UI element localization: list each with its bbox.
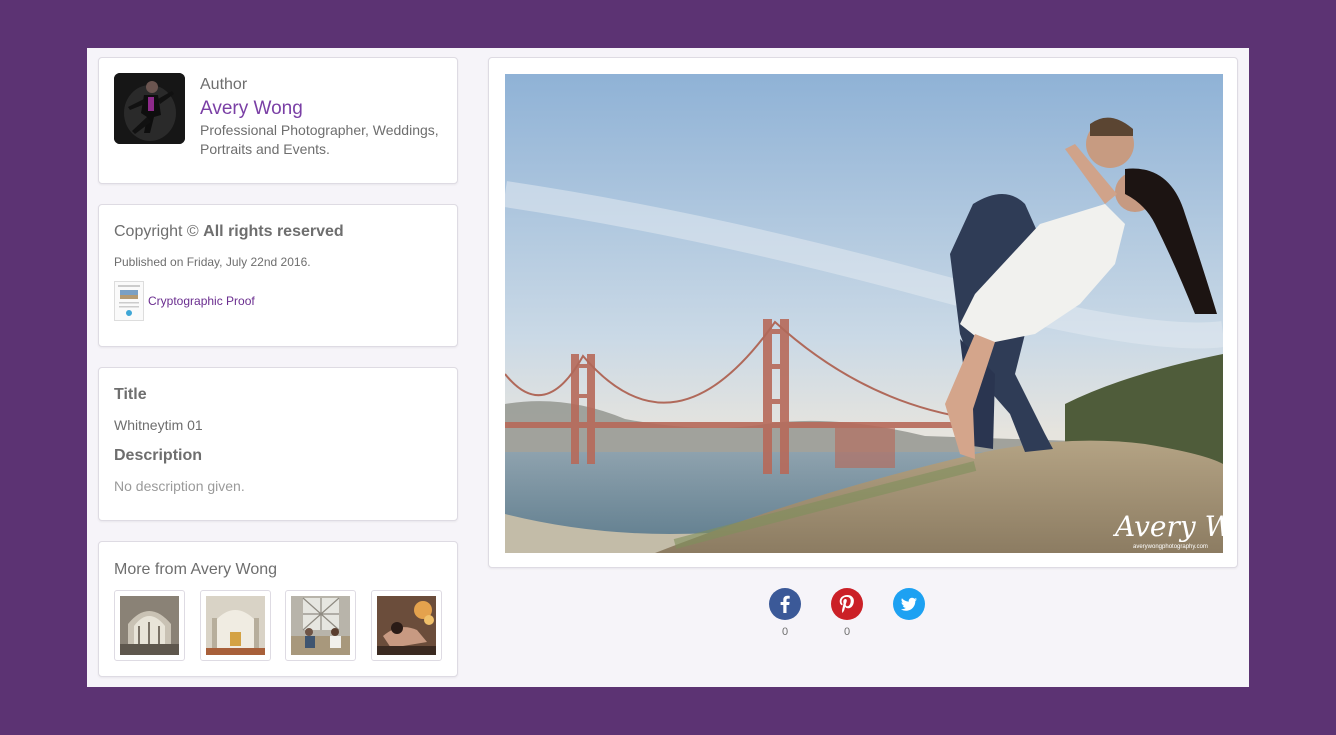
description-heading: Description bbox=[114, 447, 203, 464]
published-date: Published on Friday, July 22nd 2016. bbox=[114, 255, 311, 269]
copyright-card: Copyright © All rights reserved Publishe… bbox=[98, 204, 458, 347]
author-avatar[interactable] bbox=[114, 73, 185, 144]
thumbnail-4[interactable] bbox=[371, 590, 442, 661]
facebook-share-button[interactable] bbox=[769, 588, 801, 620]
cryptographic-proof-link[interactable]: Cryptographic Proof bbox=[148, 294, 255, 308]
author-card: Author Avery Wong Professional Photograp… bbox=[98, 57, 458, 184]
watermark-signature: Avery Wong bbox=[1112, 510, 1223, 543]
main-image-card: Avery Wong averywongphotography.com bbox=[488, 57, 1238, 568]
more-from-heading: More from Avery Wong bbox=[114, 561, 278, 578]
details-card: Title Whitneytim 01 Description No descr… bbox=[98, 367, 458, 521]
description-value: No description given. bbox=[114, 478, 245, 494]
thumbnail-3[interactable] bbox=[285, 590, 356, 661]
thumbnail-2[interactable] bbox=[200, 590, 271, 661]
copyright-line: Copyright © All rights reserved bbox=[114, 223, 344, 241]
pinterest-icon bbox=[831, 588, 863, 620]
proof-document-icon[interactable] bbox=[114, 281, 144, 321]
facebook-icon bbox=[769, 588, 801, 620]
more-from-card: More from Avery Wong bbox=[98, 541, 458, 677]
main-photo[interactable]: Avery Wong averywongphotography.com bbox=[505, 74, 1223, 553]
author-label: Author bbox=[200, 76, 248, 93]
pinterest-share-button[interactable] bbox=[831, 588, 863, 620]
twitter-share-button[interactable] bbox=[893, 588, 925, 620]
watermark-url: averywongphotography.com bbox=[1133, 544, 1208, 550]
thumbnail-1[interactable] bbox=[114, 590, 185, 661]
author-name-link[interactable]: Avery Wong bbox=[200, 98, 303, 120]
author-bio: Professional Photographer, Weddings, Por… bbox=[200, 122, 439, 157]
title-heading: Title bbox=[114, 386, 147, 403]
page: Author Avery Wong Professional Photograp… bbox=[87, 48, 1249, 687]
title-value: Whitneytim 01 bbox=[114, 417, 203, 433]
copyright-prefix: Copyright © bbox=[114, 223, 199, 240]
twitter-icon bbox=[893, 588, 925, 620]
pinterest-share-count: 0 bbox=[843, 626, 851, 638]
facebook-share-count: 0 bbox=[781, 626, 789, 638]
copyright-rights: All rights reserved bbox=[203, 223, 344, 240]
